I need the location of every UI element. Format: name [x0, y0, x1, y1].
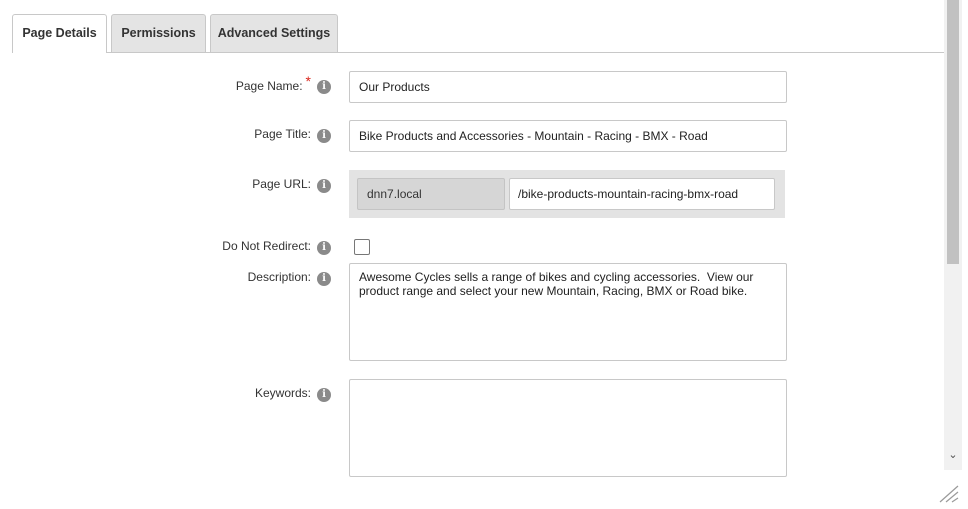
info-icon[interactable]: i — [317, 241, 331, 255]
vertical-scrollbar[interactable]: ⌄ — [944, 0, 962, 470]
keywords-textarea[interactable] — [349, 379, 787, 477]
page-name-label: Page Name: * — [235, 73, 311, 93]
tab-divider — [12, 52, 944, 53]
url-path-input[interactable] — [509, 178, 775, 210]
info-icon[interactable]: i — [317, 129, 331, 143]
page-name-label-text: Page Name: — [235, 79, 303, 93]
info-icon[interactable]: i — [317, 80, 331, 94]
page-url-group: dnn7.local — [349, 170, 785, 218]
info-icon[interactable]: i — [317, 272, 331, 286]
tab-page-details[interactable]: Page Details — [12, 14, 107, 53]
page-title-input[interactable] — [349, 120, 787, 152]
required-marker: * — [305, 73, 311, 89]
do-not-redirect-label: Do Not Redirect: — [222, 239, 311, 253]
resize-grip-icon[interactable] — [938, 484, 960, 504]
tab-advanced-settings[interactable]: Advanced Settings — [210, 14, 338, 52]
description-textarea[interactable]: Awesome Cycles sells a range of bikes an… — [349, 263, 787, 361]
chevron-down-icon[interactable]: ⌄ — [947, 448, 959, 462]
page-url-label: Page URL: — [252, 177, 311, 191]
do-not-redirect-checkbox[interactable] — [354, 239, 370, 255]
scroll-thumb[interactable] — [947, 0, 959, 264]
page-name-input[interactable] — [349, 71, 787, 103]
tab-permissions[interactable]: Permissions — [111, 14, 206, 52]
description-label: Description: — [247, 270, 311, 284]
page-title-label: Page Title: — [254, 127, 311, 141]
info-icon[interactable]: i — [317, 388, 331, 402]
info-icon[interactable]: i — [317, 179, 331, 193]
url-domain-display: dnn7.local — [357, 178, 505, 210]
keywords-label: Keywords: — [254, 386, 311, 400]
